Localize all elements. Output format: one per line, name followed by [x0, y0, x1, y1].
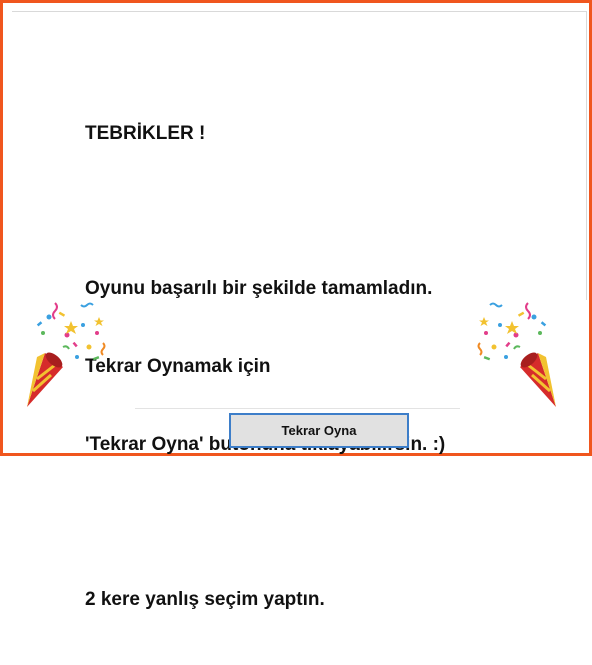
button-divider [135, 408, 460, 409]
congratulations-message: TEBRİKLER ! Oyunu başarılı bir şekilde t… [85, 69, 445, 665]
play-again-button[interactable]: Tekrar Oyna [229, 413, 409, 448]
party-popper-icon [27, 302, 106, 407]
mistake-count-line: 2 kere yanlış seçim yaptın. [85, 589, 325, 610]
message-title: TEBRİKLER ! [85, 123, 206, 144]
party-popper-icon [477, 302, 556, 407]
dialog-window: TEBRİKLER ! Oyunu başarılı bir şekilde t… [0, 0, 592, 610]
message-line-2: Tekrar Oynamak için [85, 356, 271, 377]
message-line-1: Oyunu başarılı bir şekilde tamamladın. [85, 278, 433, 299]
